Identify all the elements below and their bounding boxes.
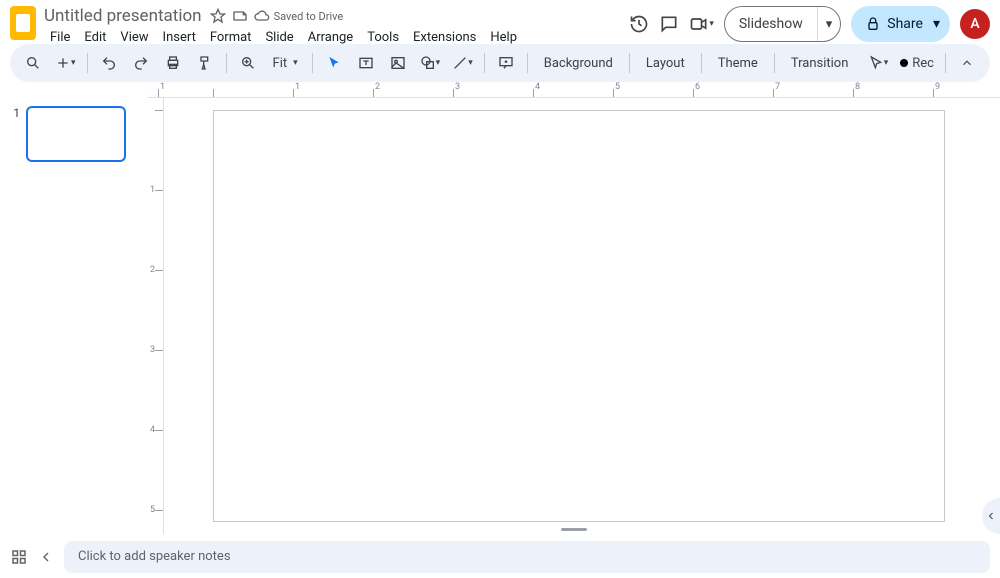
cloud-status[interactable]: Saved to Drive bbox=[254, 8, 344, 24]
zoom-dropdown[interactable]: Fit ▾ bbox=[267, 56, 304, 71]
horizontal-ruler: 1 1 2 3 4 5 6 7 8 9 bbox=[148, 82, 1000, 98]
menu-insert[interactable]: Insert bbox=[157, 28, 202, 47]
menu-extensions[interactable]: Extensions bbox=[407, 28, 482, 47]
move-icon[interactable] bbox=[232, 8, 248, 24]
star-icon[interactable] bbox=[210, 8, 226, 24]
select-tool[interactable] bbox=[321, 50, 347, 76]
textbox-tool[interactable] bbox=[353, 50, 379, 76]
layout-button[interactable]: Layout bbox=[638, 50, 693, 76]
document-title[interactable]: Untitled presentation bbox=[44, 6, 202, 26]
zoom-label: Fit bbox=[273, 56, 288, 71]
search-icon[interactable] bbox=[20, 50, 46, 76]
redo-button[interactable] bbox=[128, 50, 154, 76]
collapse-filmstrip-icon[interactable] bbox=[38, 549, 54, 565]
share-button[interactable]: Share ▾ bbox=[851, 6, 950, 42]
record-icon bbox=[900, 59, 908, 67]
canvas-area[interactable]: 1 2 3 4 5 bbox=[148, 98, 1000, 534]
menu-bar: File Edit View Insert Format Slide Arran… bbox=[44, 28, 523, 47]
zoom-button[interactable] bbox=[235, 50, 261, 76]
menu-tools[interactable]: Tools bbox=[361, 28, 405, 47]
slide-thumbnail-panel[interactable]: 1 bbox=[0, 98, 148, 534]
menu-help[interactable]: Help bbox=[484, 28, 523, 47]
share-label: Share bbox=[887, 16, 923, 32]
slideshow-dropdown[interactable]: ▾ bbox=[818, 17, 841, 32]
slideshow-label[interactable]: Slideshow bbox=[725, 7, 818, 41]
meet-icon[interactable]: ▾ bbox=[689, 14, 714, 34]
menu-edit[interactable]: Edit bbox=[78, 28, 112, 47]
new-slide-button[interactable]: ▾ bbox=[52, 50, 79, 76]
line-tool[interactable]: ▾ bbox=[449, 50, 476, 76]
slide-number: 1 bbox=[10, 106, 20, 120]
transition-button[interactable]: Transition bbox=[783, 50, 857, 76]
speaker-notes-placeholder: Click to add speaker notes bbox=[78, 549, 231, 564]
share-dropdown[interactable]: ▾ bbox=[933, 16, 940, 32]
paint-format-button[interactable] bbox=[192, 50, 218, 76]
menu-slide[interactable]: Slide bbox=[259, 28, 299, 47]
history-icon[interactable] bbox=[629, 14, 649, 34]
menu-view[interactable]: View bbox=[114, 28, 154, 47]
account-avatar[interactable]: A bbox=[960, 9, 990, 39]
save-status-text: Saved to Drive bbox=[274, 10, 344, 23]
notes-resize-handle[interactable] bbox=[561, 528, 587, 531]
rec-button[interactable]: Rec bbox=[897, 50, 937, 76]
slides-app-icon[interactable] bbox=[10, 6, 36, 40]
undo-button[interactable] bbox=[96, 50, 122, 76]
shape-tool[interactable]: ▾ bbox=[417, 50, 444, 76]
theme-button[interactable]: Theme bbox=[710, 50, 766, 76]
menu-file[interactable]: File bbox=[44, 28, 76, 47]
speaker-notes-input[interactable]: Click to add speaker notes bbox=[64, 541, 990, 573]
comment-icon[interactable] bbox=[659, 14, 679, 34]
slide-canvas[interactable] bbox=[213, 110, 945, 522]
menu-arrange[interactable]: Arrange bbox=[302, 28, 359, 47]
lock-icon bbox=[865, 16, 881, 32]
comment-tool[interactable] bbox=[493, 50, 519, 76]
background-button[interactable]: Background bbox=[536, 50, 621, 76]
toolbar: ▾ Fit ▾ ▾ ▾ Background Layout Theme Tran… bbox=[10, 44, 990, 82]
grid-view-icon[interactable] bbox=[10, 548, 28, 566]
pointer-mode-button[interactable]: ▾ bbox=[865, 50, 892, 76]
menu-format[interactable]: Format bbox=[204, 28, 258, 47]
slide-preview[interactable] bbox=[26, 106, 126, 162]
image-tool[interactable] bbox=[385, 50, 411, 76]
slide-thumbnail[interactable]: 1 bbox=[10, 106, 138, 162]
print-button[interactable] bbox=[160, 50, 186, 76]
collapse-toolbar-button[interactable] bbox=[954, 50, 980, 76]
vertical-ruler: 1 2 3 4 5 bbox=[148, 98, 164, 534]
slideshow-button[interactable]: Slideshow ▾ bbox=[724, 6, 841, 42]
